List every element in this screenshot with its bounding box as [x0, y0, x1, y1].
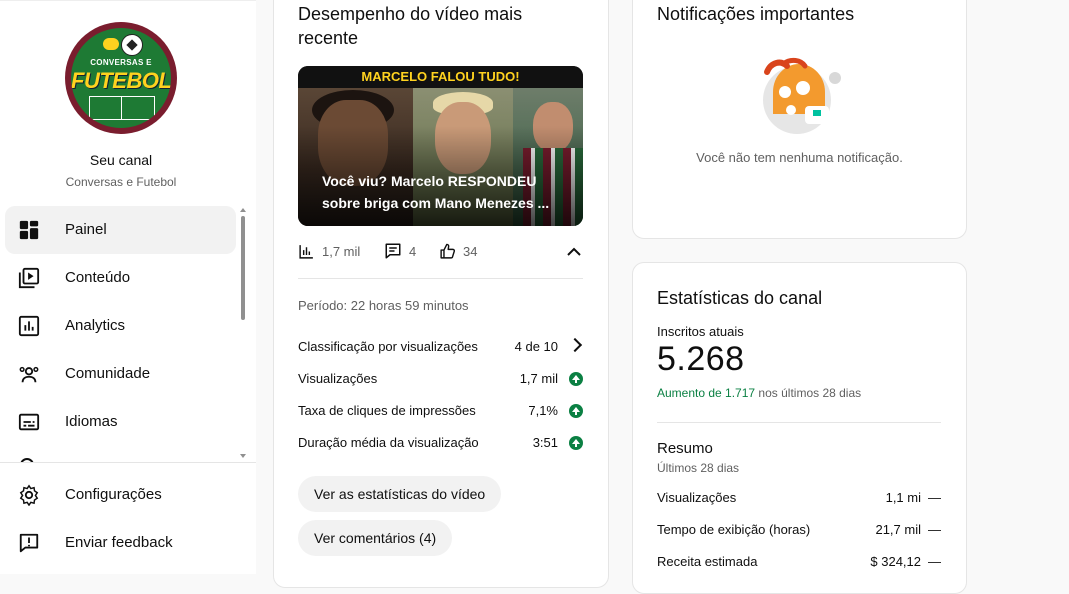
dashboard-icon [19, 220, 39, 240]
trend-up-icon [569, 404, 583, 418]
subscribers-count: 5.268 [657, 340, 745, 378]
logo-top-text: CONVERSAS E [90, 58, 152, 67]
metric-label: Taxa de cliques de impressões [298, 403, 476, 418]
divider [298, 278, 583, 279]
trend-up-icon [569, 436, 583, 450]
growth-value: Aumento de 1.717 [657, 386, 756, 400]
channel-stats-title: Estatísticas do canal [657, 288, 823, 308]
likes-stat: 34 [439, 241, 477, 261]
sidebar-item-conteudo[interactable]: Conteúdo [5, 254, 236, 302]
summary-period: Últimos 28 dias [657, 461, 740, 475]
sidebar-item-label: Configurações [65, 486, 162, 503]
summary-label: Receita estimada [657, 554, 758, 569]
soccer-field-icon [89, 96, 155, 120]
feedback-icon [19, 533, 39, 553]
sidebar-item-label: Idiomas [65, 413, 118, 430]
notification-illustration-icon [763, 57, 841, 134]
channel-label: Seu canal [89, 152, 153, 168]
metric-label: Classificação por visualizações [298, 339, 478, 354]
trend-dash: — [928, 522, 941, 537]
trend-dash: — [928, 554, 941, 569]
sidebar-item-label: Painel [65, 221, 107, 238]
chevron-up-icon[interactable] [566, 244, 582, 258]
metric-label: Duração média da visualização [298, 435, 479, 450]
likes-count: 34 [463, 243, 478, 259]
sidebar-item-label: Analytics [65, 317, 126, 334]
metric-value: 4 de 10 [514, 339, 558, 354]
subscribers-label: Inscritos atuais [657, 324, 744, 339]
logo-big-text: FUTEBOL [71, 68, 171, 93]
sidebar-item-label: Conteúdo [65, 269, 131, 286]
sidebar-item-enviar-feedback[interactable]: Enviar feedback [5, 519, 236, 567]
sidebar-item-comunidade[interactable]: Comunidade [5, 350, 236, 398]
thumbnail-banner: MARCELO FALOU TUDO! [298, 66, 583, 88]
no-notifications-text: Você não tem nenhuma notificação. [696, 150, 903, 165]
chat-bubble-icon [103, 38, 119, 50]
thumb-up-icon [440, 243, 456, 259]
channel-avatar[interactable]: CONVERSAS E FUTEBOL [65, 22, 177, 134]
summary-title: Resumo [657, 440, 713, 457]
summary-value: 21,7 mil [875, 522, 921, 537]
view-video-stats-button[interactable]: Ver as estatísticas do vídeo [298, 476, 502, 512]
metric-value: 7,1% [528, 403, 558, 418]
comments-count: 4 [409, 243, 417, 259]
subtitles-icon [18, 413, 40, 431]
analytics-icon [18, 315, 40, 337]
scroll-down-icon[interactable] [240, 454, 246, 458]
summary-label: Visualizações [657, 490, 737, 505]
trend-up-icon [569, 372, 583, 386]
subscribers-growth: Aumento de 1.717 nos últimos 28 dias [657, 386, 861, 400]
summary-row-revenue: Receita estimada $ 324,12 — [657, 552, 941, 572]
bar-chart-icon [299, 244, 313, 259]
sidebar-item-painel[interactable]: Painel [5, 206, 236, 254]
sidebar: CONVERSAS E FUTEBOL Seu canal Conversas … [0, 0, 256, 574]
soccer-ball-icon [121, 34, 143, 56]
comments-stat: 4 [384, 241, 416, 261]
divider [657, 422, 941, 423]
trend-dash: — [928, 490, 941, 505]
period-text: Período: 22 horas 59 minutos [298, 298, 469, 313]
metric-row-rank[interactable]: Classificação por visualizações 4 de 10 [298, 337, 583, 357]
views-count: 1,7 mil [322, 243, 361, 259]
summary-value: $ 324,12 [870, 554, 921, 569]
sidebar-item-configuracoes[interactable]: Configurações [5, 471, 236, 519]
summary-label: Tempo de exibição (horas) [657, 522, 811, 537]
sidebar-item-analytics[interactable]: Analytics [5, 302, 236, 350]
sidebar-item-idiomas[interactable]: Idiomas [5, 398, 236, 446]
notifications-title: Notificações importantes [657, 4, 855, 24]
channel-name[interactable]: Conversas e Futebol [0, 175, 242, 189]
summary-value: 1,1 mi [885, 490, 921, 505]
channel-stats-card [632, 262, 967, 594]
sidebar-item-label: Enviar feedback [65, 534, 173, 551]
chevron-right-icon[interactable] [567, 337, 583, 353]
latest-video-title: Desempenho do vídeo mais recente [298, 4, 523, 48]
metric-label: Visualizações [298, 371, 378, 386]
sidebar-scrollbar[interactable] [241, 216, 245, 320]
video-title: Você viu? Marcelo RESPONDEU sobre briga … [322, 173, 550, 211]
view-comments-button[interactable]: Ver comentários (4) [298, 520, 453, 556]
metric-value: 3:51 [532, 435, 558, 450]
views-stat: 1,7 mil [298, 241, 360, 261]
comment-icon [385, 243, 401, 259]
community-icon [19, 366, 39, 383]
metric-row-ctr: Taxa de cliques de impressões 7,1% [298, 401, 583, 421]
metric-value: 1,7 mil [519, 371, 558, 386]
growth-period: nos últimos 28 dias [758, 386, 862, 400]
scroll-up-icon[interactable] [240, 208, 246, 212]
summary-row-watch-time: Tempo de exibição (horas) 21,7 mil — [657, 520, 941, 540]
divider [0, 462, 256, 463]
gear-icon [19, 484, 39, 506]
sidebar-item-label: Comunidade [65, 365, 151, 382]
metric-row-views: Visualizações 1,7 mil [298, 369, 583, 389]
summary-row-views: Visualizações 1,1 mi — [657, 488, 941, 508]
metric-row-avg-duration: Duração média da visualização 3:51 [298, 433, 583, 453]
content-icon [18, 267, 40, 289]
video-thumbnail[interactable]: MARCELO FALOU TUDO! Você viu? Marcelo RE… [298, 66, 583, 226]
